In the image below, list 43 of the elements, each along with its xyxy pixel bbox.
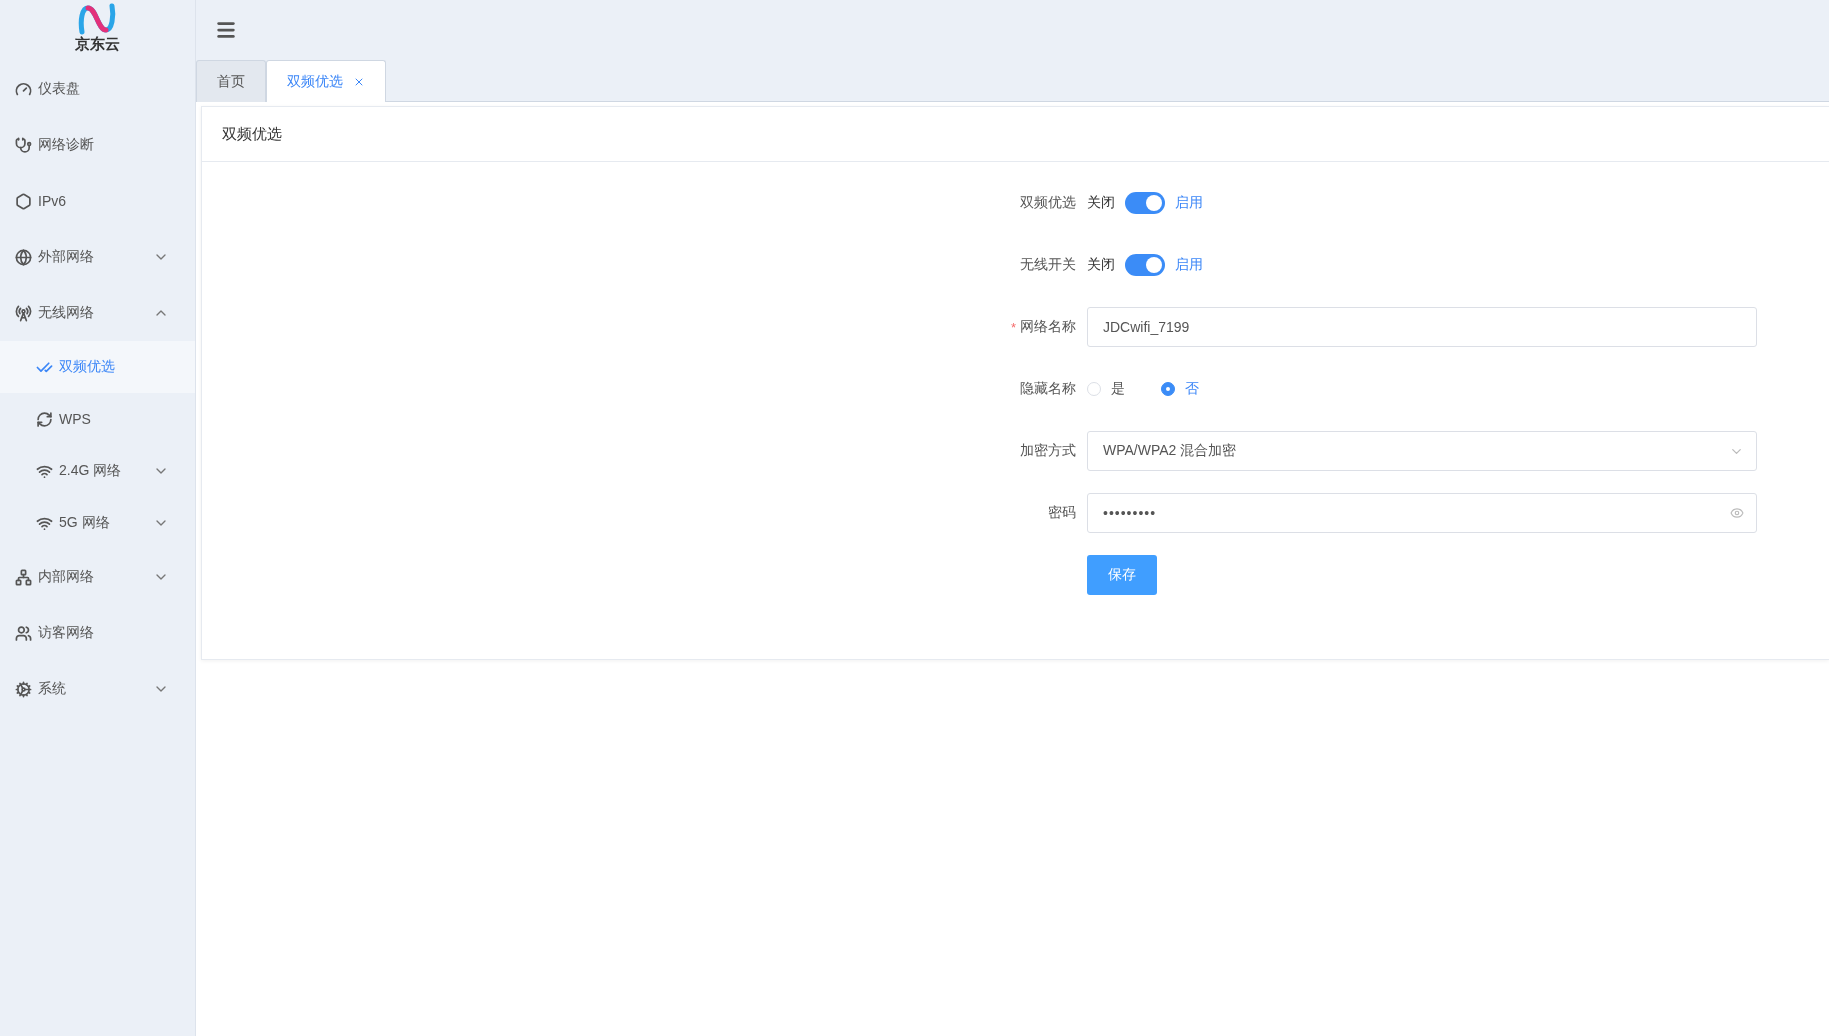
sidebar-item[interactable]: 外部网络	[0, 229, 195, 285]
field-label: 加密方式	[1020, 442, 1077, 460]
stethoscope-icon	[15, 136, 32, 154]
field-label: 隐藏名称	[1020, 380, 1077, 398]
sidebar-item[interactable]: 网络诊断	[0, 117, 195, 173]
sidebar-item[interactable]: 内部网络	[0, 549, 195, 605]
encryption-select[interactable]: WPA/WPA2 混合加密	[1087, 431, 1757, 471]
gauge-icon	[15, 80, 32, 98]
off-label: 关闭	[1087, 194, 1115, 212]
sidebar-item[interactable]: 5G 网络	[0, 497, 195, 549]
sidebar-item[interactable]: 2.4G 网络	[0, 445, 195, 497]
radio-label: 是	[1111, 380, 1125, 398]
globe-icon	[15, 248, 32, 266]
radio-button[interactable]	[1161, 382, 1175, 396]
on-label: 启用	[1175, 194, 1203, 212]
card-title: 双频优选	[222, 124, 282, 144]
field-label: 无线开关	[1020, 256, 1077, 274]
logo-text: 京东云	[75, 36, 120, 52]
sidebar-item[interactable]: 无线网络	[0, 285, 195, 341]
network-icon	[15, 568, 32, 586]
radio-label: 否	[1185, 380, 1199, 398]
sidebar-item[interactable]: IPv6	[0, 173, 195, 229]
off-label: 关闭	[1087, 256, 1115, 274]
required-mark: *	[1010, 319, 1016, 335]
field-label: 密码	[1048, 504, 1077, 522]
tab[interactable]: 双频优选	[266, 60, 386, 102]
toggle-switch[interactable]	[1125, 192, 1165, 214]
users-icon	[15, 624, 32, 642]
network-name-field[interactable]: JDCwifi_7199	[1087, 307, 1757, 347]
sidebar-item[interactable]: 访客网络	[0, 605, 195, 661]
password-field[interactable]: •••••••••	[1087, 493, 1757, 533]
refresh-icon	[36, 410, 53, 428]
field-label: 网络名称	[1020, 318, 1076, 336]
sidebar-item[interactable]: 仪表盘	[0, 61, 195, 117]
toggle-switch[interactable]	[1125, 254, 1165, 276]
hexagon-icon	[15, 192, 32, 210]
radio-tower-icon	[15, 304, 32, 322]
tab[interactable]: 首页	[196, 60, 266, 102]
sidebar-item[interactable]: WPS	[0, 393, 195, 445]
on-label: 启用	[1175, 256, 1203, 274]
field-label: 双频优选	[1020, 194, 1077, 212]
eye-icon[interactable]	[1730, 506, 1744, 520]
sidebar-item[interactable]: 系统	[0, 661, 195, 717]
